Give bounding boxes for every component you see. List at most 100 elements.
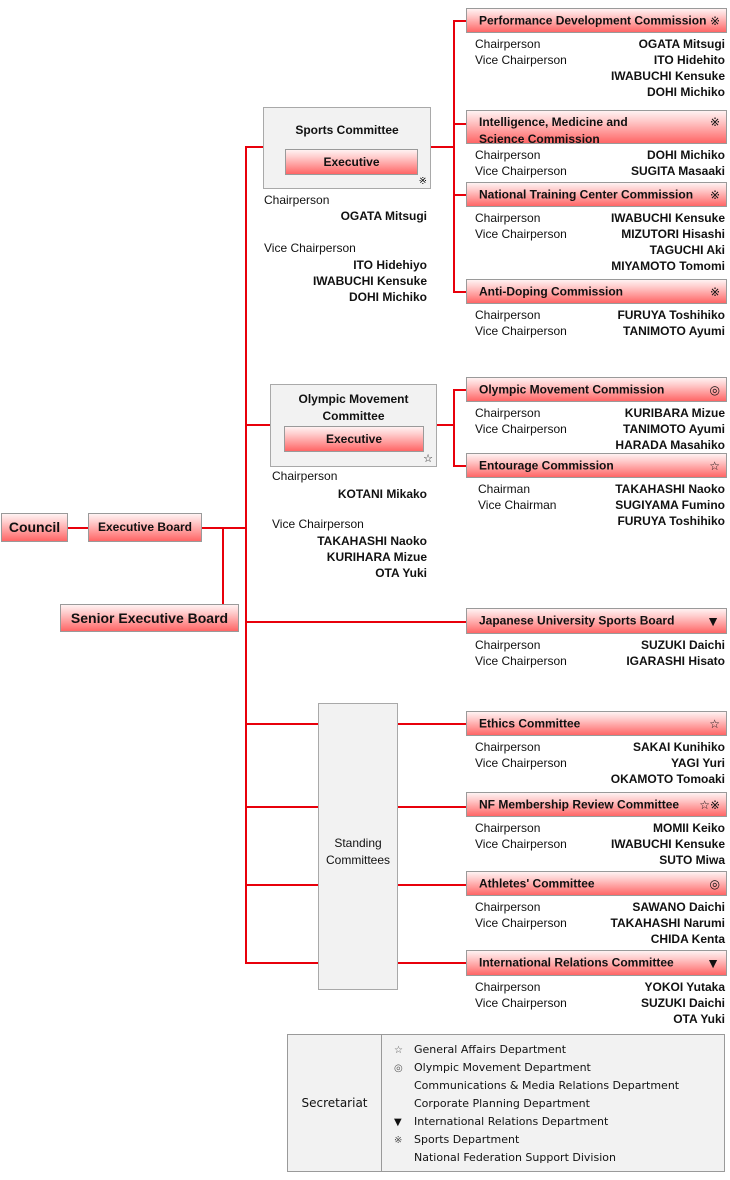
department-name: Olympic Movement Department (414, 1061, 591, 1074)
secretariat-legend: Secretariat ☆ General Affairs Department ◎… (287, 1034, 725, 1172)
vice-name: SUGIYAMA Fumino (615, 498, 725, 512)
connector (453, 389, 466, 391)
general-affairs-mark: ☆ (423, 453, 433, 465)
department-symbol-icon: ☆ (394, 1045, 403, 1056)
department-row: National Federation Support Division (394, 1149, 616, 1167)
chair-role: Chairperson (475, 148, 541, 162)
commission-header[interactable]: Performance Development Commission ※ (466, 8, 727, 33)
vice-name: TANIMOTO Ayumi (623, 324, 725, 338)
commission-header[interactable]: Intelligence, Medicine and Science Commis… (466, 110, 727, 146)
vice-name: HARADA Masahiko (615, 438, 725, 452)
department-name: National Federation Support Division (414, 1151, 616, 1164)
commission-title: Performance Development Commission (479, 13, 707, 27)
commission-title-line: Intelligence, Medicine and (479, 115, 628, 129)
chair-role: Chairperson (475, 980, 541, 994)
vice-name: YAGI Yuri (670, 756, 725, 770)
vice-name: DOHI Michiko (646, 85, 725, 99)
olympic-chair-role: Chairperson (272, 469, 338, 483)
executive-board-box[interactable]: Executive Board (88, 513, 202, 542)
chair-name: DOHI Michiko (646, 148, 725, 162)
chair-name: OGATA Mitsugi (638, 37, 725, 51)
commission-header[interactable]: Anti-Doping Commission ※ (466, 279, 727, 304)
vice-role: Vice Chairperson (475, 996, 567, 1010)
sports-vice-name: DOHI Michiko (348, 290, 427, 304)
vice-role: Vice Chairperson (475, 53, 567, 67)
commission-title: NF Membership Review Committee (479, 797, 680, 811)
standing-title: Standing (334, 836, 382, 850)
vice-role: Vice Chairperson (475, 422, 567, 436)
commission-title: Ethics Committee (479, 716, 581, 730)
senior-executive-board-box[interactable]: Senior Executive Board (60, 604, 239, 632)
olympic-chair-name: KOTANI Mikako (337, 487, 427, 501)
olympic-vice-name: OTA Yuki (375, 566, 427, 580)
commission-title: Japanese University Sports Board (479, 613, 675, 628)
sports-committee-box[interactable]: Sports Committee Executive ※ (263, 107, 431, 189)
connector (245, 723, 319, 725)
department-row: ☆ General Affairs Department (394, 1041, 566, 1059)
olympic-executive-button[interactable]: Executive (284, 426, 424, 452)
connector (453, 389, 455, 467)
connector (453, 20, 455, 293)
connector (453, 123, 466, 125)
commission-title-line: Science Commission (479, 132, 600, 146)
chair-name: SAKAI Kunihiko (633, 740, 725, 754)
commission-title: National Training Center Commission (479, 187, 694, 201)
vice-name: SUZUKI Daichi (640, 996, 725, 1010)
department-mark-icon: ▼ (706, 613, 720, 629)
connector (245, 424, 271, 426)
department-mark-icon: ※ (709, 284, 720, 299)
connector (453, 194, 466, 196)
vice-role: Vice Chairperson (475, 756, 567, 770)
vice-name: IWABUCHI Kensuke (610, 837, 725, 851)
olympic-movement-committee-box[interactable]: Olympic Movement Committee Executive ☆ (270, 384, 437, 467)
department-mark-icon: ◎ (709, 876, 720, 891)
commission-header[interactable]: Athletes' Committee ◎ (466, 871, 727, 896)
chair-name: TAKAHASHI Naoko (615, 482, 725, 496)
council-box[interactable]: Council (1, 513, 68, 542)
vice-name: ITO Hidehito (653, 53, 725, 67)
chair-role: Chairperson (475, 900, 541, 914)
vice-name: SUGITA Masaaki (630, 164, 725, 178)
olympic-vice-name: TAKAHASHI Naoko (317, 534, 427, 548)
chair-name: FURUYA Toshihiko (617, 308, 725, 322)
standing-committees-box[interactable]: Standing Committees (318, 703, 398, 990)
connector (245, 884, 319, 886)
commission-header[interactable]: Ethics Committee ☆ (466, 711, 727, 736)
olympic-vice-role: Vice Chairperson (272, 517, 364, 531)
vice-role: Vice Chairperson (475, 654, 567, 668)
department-row: Communications & Media Relations Departm… (394, 1077, 679, 1095)
commission-header[interactable]: Entourage Commission ☆ (466, 453, 727, 478)
connector (245, 621, 466, 623)
department-mark-icon: ◎ (709, 382, 720, 397)
vice-name: OKAMOTO Tomoaki (610, 772, 725, 786)
commission-header[interactable]: National Training Center Commission ※ (466, 182, 727, 207)
sports-chair-name: OGATA Mitsugi (340, 209, 427, 223)
executive-board-label: Executive Board (97, 520, 193, 534)
sports-vice-role: Vice Chairperson (264, 241, 356, 255)
chair-name: SUZUKI Daichi (640, 638, 725, 652)
department-row: ◎ Olympic Movement Department (394, 1059, 591, 1077)
connector (245, 146, 264, 148)
department-mark-icon: ※ (709, 13, 720, 28)
vice-name: FURUYA Toshihiko (617, 514, 725, 528)
sports-executive-button[interactable]: Executive (285, 149, 418, 175)
commission-header[interactable]: Japanese University Sports Board ▼ (466, 608, 727, 634)
connector (245, 806, 319, 808)
department-name: General Affairs Department (414, 1043, 567, 1056)
commission-header[interactable]: Olympic Movement Commission ◎ (466, 377, 727, 402)
department-name: Communications & Media Relations Departm… (414, 1079, 680, 1092)
commission-header[interactable]: International Relations Committee ▼ (466, 950, 727, 976)
vice-name: TANIMOTO Ayumi (623, 422, 725, 436)
sports-committee-title: Sports Committee (295, 123, 399, 137)
department-symbol-icon: ▼ (394, 1117, 402, 1128)
vice-name: OTA Yuki (673, 1012, 725, 1026)
executive-label: Executive (323, 155, 380, 169)
secretariat-label: Secretariat (288, 1035, 382, 1171)
commission-title: Entourage Commission (479, 458, 614, 472)
commission-header[interactable]: NF Membership Review Committee ☆※ (466, 792, 727, 817)
connector (431, 146, 454, 148)
vice-role: Vice Chairman (478, 498, 557, 512)
olympic-vice-name: KURIHARA Mizue (326, 550, 427, 564)
connector (222, 527, 224, 605)
vice-name: IWABUCHI Kensuke (610, 69, 725, 83)
